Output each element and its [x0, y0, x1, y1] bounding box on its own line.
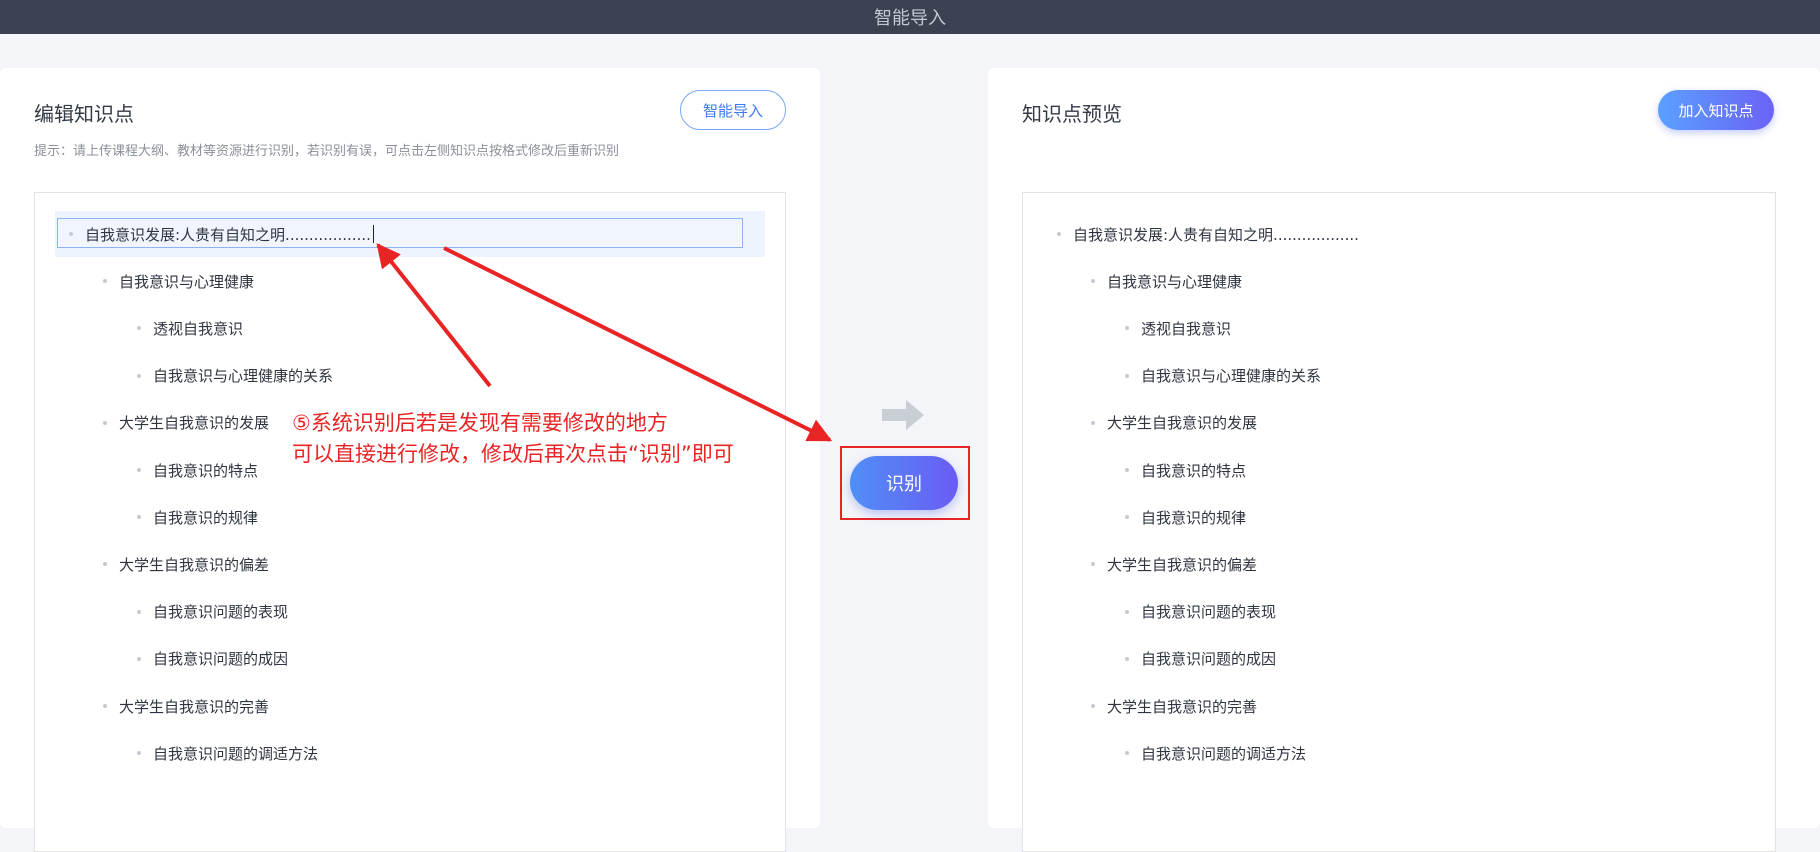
tree-item-label: 自我意识与心理健康的关系 [153, 367, 334, 386]
bullet-icon [103, 562, 107, 567]
edit-tree-item[interactable]: 自我意识与心理健康的关系 [137, 361, 333, 391]
tree-item-label: 自我意识的特点 [1141, 461, 1247, 480]
preview-tree-item: 透视自我意识 [1125, 313, 1231, 343]
tree-item-label: 自我意识的规律 [153, 508, 259, 527]
preview-tree-item: 自我意识发展:人贵有自知之明.................. [1057, 219, 1359, 249]
edit-tree-item[interactable]: 大学生自我意识的完善 [103, 691, 269, 721]
preview-tree-item: 大学生自我意识的完善 [1091, 691, 1257, 721]
bullet-icon [137, 656, 141, 661]
preview-tree-item: 自我意识与心理健康 [1091, 266, 1242, 296]
tree-item-label: 大学生自我意识的完善 [119, 697, 270, 716]
tree-item-label: 大学生自我意识的偏差 [119, 555, 270, 574]
edit-tree-item[interactable]: 自我意识与心理健康 [103, 266, 254, 296]
edit-tree-box: 自我意识发展:人贵有自知之明.................. 自我意识与心理健… [34, 192, 786, 852]
edit-tree-item[interactable]: 大学生自我意识的偏差 [103, 549, 269, 579]
tree-item-label: 透视自我意识 [1141, 319, 1232, 338]
edit-tree-item[interactable]: 自我意识的规律 [137, 502, 258, 532]
tree-item-label: 自我意识与心理健康 [119, 272, 255, 291]
tree-item-label: 自我意识与心理健康的关系 [1141, 367, 1322, 386]
preview-panel-title: 知识点预览 [1022, 102, 1122, 126]
tree-item-label: 自我意识问题的表现 [1141, 603, 1277, 622]
preview-tree-item: 自我意识问题的表现 [1125, 597, 1276, 627]
tree-item-label: 自我意识问题的成因 [153, 650, 289, 669]
preview-tree-item: 自我意识问题的成因 [1125, 644, 1276, 674]
bullet-icon [103, 279, 107, 284]
top-bar: 智能导入 [0, 0, 1820, 34]
preview-tree-box: 自我意识发展:人贵有自知之明.................. 自我意识与心理健… [1022, 192, 1776, 852]
bullet-icon [103, 704, 107, 708]
bullet-icon [137, 609, 141, 614]
tree-item-label: 自我意识的规律 [1141, 508, 1247, 527]
bullet-icon [1057, 232, 1061, 236]
bullet-icon [1125, 609, 1129, 614]
tutorial-annotation: ⑤系统识别后若是发现有需要修改的地方 可以直接进行修改，修改后再次点击“识别”即… [292, 408, 734, 470]
bullet-icon [1091, 420, 1095, 425]
bullet-icon [137, 373, 141, 378]
bullet-icon [1125, 515, 1129, 520]
tree-item-label: 大学生自我意识的发展 [1107, 414, 1258, 433]
bullet-icon [137, 326, 141, 331]
preview-tree-item: 自我意识问题的调适方法 [1125, 738, 1306, 768]
bullet-icon [103, 420, 107, 425]
recognize-button[interactable]: 识别 [850, 456, 958, 510]
tree-item-label: 大学生自我意识的完善 [1107, 697, 1258, 716]
bullet-icon [137, 515, 141, 520]
edit-panel-hint: 提示：请上传课程大纲、教材等资源进行识别，若识别有误，可点击左侧知识点按格式修改… [34, 144, 620, 159]
tree-item-label: 自我意识问题的表现 [153, 603, 289, 622]
bullet-icon [1125, 656, 1129, 661]
preview-panel: 知识点预览 加入知识点 自我意识发展:人贵有自知之明..............… [988, 68, 1820, 852]
edit-panel-title: 编辑知识点 [34, 102, 134, 126]
bullet-icon [137, 751, 141, 756]
tree-item-label: 自我意识问题的调适方法 [153, 744, 319, 763]
annotation-line-2: 可以直接进行修改，修改后再次点击“识别”即可 [292, 442, 734, 466]
edit-tree-item[interactable]: 自我意识发展:人贵有自知之明.................. [69, 219, 374, 249]
bullet-icon [1125, 326, 1129, 331]
preview-tree-item: 自我意识的规律 [1125, 502, 1246, 532]
add-knowledge-button[interactable]: 加入知识点 [1658, 90, 1774, 130]
arrow-right-icon [882, 400, 924, 430]
preview-tree-item: 大学生自我意识的偏差 [1091, 549, 1257, 579]
tree-item-label: 自我意识的特点 [153, 461, 259, 480]
bullet-icon [1091, 279, 1095, 284]
bullet-icon [137, 468, 141, 472]
annotation-line-1: ⑤系统识别后若是发现有需要修改的地方 [292, 411, 668, 435]
bullet-icon [1125, 751, 1129, 756]
tree-item-label: 自我意识发展:人贵有自知之明.................. [1073, 225, 1359, 244]
preview-tree-item: 自我意识与心理健康的关系 [1125, 361, 1321, 391]
tree-item-label: 大学生自我意识的发展 [119, 414, 270, 433]
preview-tree-item: 自我意识的特点 [1125, 455, 1246, 485]
tree-item-label: 自我意识问题的成因 [1141, 650, 1277, 669]
edit-tree-item[interactable]: 自我意识问题的成因 [137, 644, 288, 674]
bullet-icon [1125, 468, 1129, 472]
edit-tree-item[interactable]: 自我意识问题的调适方法 [137, 738, 318, 768]
bullet-icon [1091, 704, 1095, 708]
text-caret [372, 225, 374, 243]
preview-tree-item: 大学生自我意识的发展 [1091, 408, 1257, 438]
smart-import-button[interactable]: 智能导入 [680, 90, 786, 130]
edit-tree-item[interactable]: 自我意识的特点 [137, 455, 258, 485]
bullet-icon [1125, 373, 1129, 378]
tree-item-label: 自我意识与心理健康 [1107, 272, 1243, 291]
edit-tree-item[interactable]: 透视自我意识 [137, 313, 243, 343]
tree-item-label: 透视自我意识 [153, 319, 244, 338]
tree-item-label: 自我意识发展:人贵有自知之明.................. [85, 225, 371, 244]
bullet-icon [69, 232, 73, 236]
edit-tree-item[interactable]: 自我意识问题的表现 [137, 597, 288, 627]
bullet-icon [1091, 562, 1095, 567]
tree-item-label: 大学生自我意识的偏差 [1107, 555, 1258, 574]
edit-tree-item[interactable]: 大学生自我意识的发展 [103, 408, 269, 438]
page-title: 智能导入 [874, 8, 946, 29]
tree-item-label: 自我意识问题的调适方法 [1141, 744, 1307, 763]
